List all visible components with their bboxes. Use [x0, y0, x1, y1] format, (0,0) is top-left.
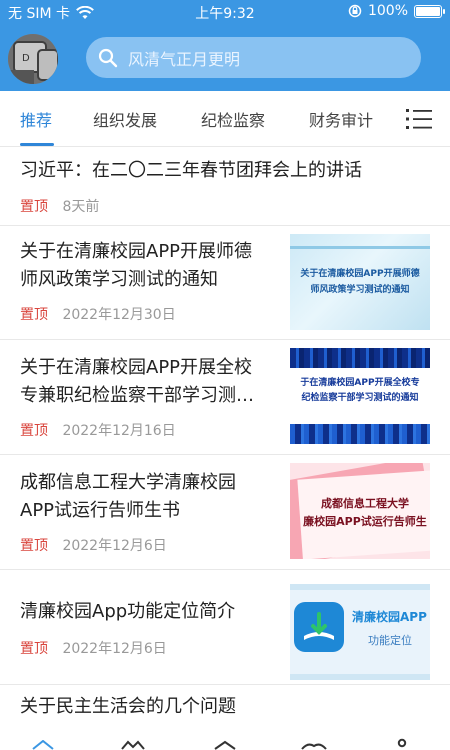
news-date: 2022年12月30日 [62, 307, 176, 323]
news-item[interactable]: 清廉校园App功能定位简介 置顶 2022年12月6日 清廉校园APP 功能定位 [0, 570, 450, 685]
active-tab-indicator [20, 143, 54, 146]
news-title: 成都信息工程大学清廉校园 APP试运行告师生书 [20, 472, 236, 521]
search-bar[interactable]: 风清气正月更明 [86, 37, 421, 78]
news-date: 2022年12月16日 [62, 423, 176, 439]
news-date: 2022年12月6日 [62, 538, 167, 554]
chart-icon[interactable] [120, 740, 146, 750]
pinned-badge: 置顶 [20, 307, 48, 323]
news-item[interactable]: 关于在清廉校园APP开展师德 师风政策学习测试的通知 置顶 2022年12月30… [0, 226, 450, 340]
news-item[interactable]: 习近平：在二〇二三年春节团拜会上的讲话 置顶 8天前 [0, 147, 450, 226]
battery-percent: 100% [367, 3, 408, 19]
book-icon[interactable] [300, 740, 328, 750]
news-date: 8天前 [62, 199, 100, 215]
news-meta: 置顶 2022年12月16日 [20, 420, 176, 440]
profile-icon[interactable] [394, 738, 410, 750]
avatar-image: D [8, 34, 58, 84]
home-icon[interactable] [32, 740, 54, 750]
news-thumbnail: 清廉校园APP 功能定位 [290, 584, 430, 680]
news-title: 关于在清廉校园APP开展师德 师风政策学习测试的通知 [20, 241, 253, 290]
pinned-badge: 置顶 [20, 423, 48, 439]
svg-text:D: D [22, 53, 30, 64]
pinned-badge: 置顶 [20, 199, 48, 215]
status-bar: 无 SIM 卡 上午9:32 100% [0, 0, 450, 24]
news-item[interactable]: 关于在清廉校园APP开展全校 专兼职纪检监察干部学习测… 置顶 2022年12月… [0, 340, 450, 455]
news-title: 清廉校园App功能定位简介 [20, 601, 236, 622]
news-thumbnail: 关于在清廉校园APP开展师德 师风政策学习测试的通知 [290, 234, 430, 330]
search-icon [98, 48, 118, 67]
news-title: 关于在清廉校园APP开展全校 专兼职纪检监察干部学习测… [20, 357, 254, 406]
tab-recommend[interactable]: 推荐 [20, 107, 52, 131]
news-title: 关于民主生活会的几个问题 [20, 696, 236, 717]
pinned-badge: 置顶 [20, 641, 48, 657]
discover-icon[interactable] [213, 740, 237, 750]
tab-discipline[interactable]: 纪检监察 [201, 107, 265, 131]
news-meta: 置顶 2022年12月6日 [20, 638, 167, 658]
pinned-badge: 置顶 [20, 538, 48, 554]
news-meta: 置顶 2022年12月30日 [20, 304, 176, 324]
avatar[interactable]: D [8, 34, 58, 84]
tab-finance[interactable]: 财务审计 [309, 107, 373, 131]
news-meta: 置顶 8天前 [20, 196, 99, 216]
news-title: 习近平：在二〇二三年春节团拜会上的讲话 [20, 160, 362, 181]
news-date: 2022年12月6日 [62, 641, 167, 657]
news-item[interactable]: 关于民主生活会的几个问题 [0, 685, 450, 738]
menu-icon[interactable] [406, 107, 432, 131]
tab-organization[interactable]: 组织发展 [93, 107, 157, 131]
app-logo-icon [294, 602, 344, 652]
bottom-navigation [0, 738, 450, 750]
status-right: 100% [348, 3, 445, 19]
app-header: 无 SIM 卡 上午9:32 100% D 风清气正月更明 [0, 0, 450, 91]
orientation-lock-icon [348, 4, 362, 18]
search-placeholder: 风清气正月更明 [128, 49, 241, 69]
battery-icon [414, 4, 445, 18]
news-thumbnail: 于在清廉校园APP开展全校专 纪检监察干部学习测试的通知 [290, 348, 430, 444]
news-meta: 置顶 2022年12月6日 [20, 535, 167, 555]
category-tabs: 推荐 组织发展 纪检监察 财务审计 [0, 91, 450, 147]
news-thumbnail: 成都信息工程大学 廉校园APP试运行告师生 [290, 463, 430, 559]
news-item[interactable]: 成都信息工程大学清廉校园 APP试运行告师生书 置顶 2022年12月6日 成都… [0, 455, 450, 570]
